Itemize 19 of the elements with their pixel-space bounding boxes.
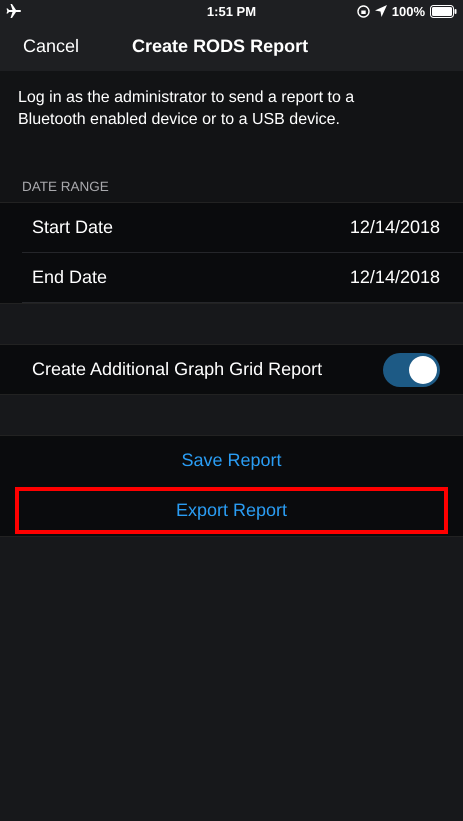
section-header: DATE RANGE	[0, 165, 463, 202]
toggle-label: Create Additional Graph Grid Report	[32, 359, 322, 380]
description-text: Log in as the administrator to send a report to a Bluetooth enabled device or to a USB device.	[0, 71, 463, 165]
location-icon	[374, 5, 387, 17]
date-value: 12/14/2018	[350, 217, 440, 238]
date-label: End Date	[32, 267, 108, 288]
cancel-button[interactable]: Cancel	[23, 36, 80, 57]
date-value: 12/14/2018	[350, 267, 440, 288]
date-label: Start Date	[32, 217, 114, 238]
battery-icon	[430, 4, 457, 18]
rotation-lock-icon	[356, 4, 370, 18]
screen-title: Create RODS Report	[132, 36, 308, 57]
status-time: 1:51 PM	[206, 4, 256, 18]
date-row[interactable]: Start Date 12/14/2018	[22, 203, 463, 253]
date-row[interactable]: End Date 12/14/2018	[22, 253, 463, 303]
battery-percent: 100%	[392, 4, 425, 18]
action-button[interactable]: Export Report	[15, 487, 448, 534]
toggle-switch[interactable]	[383, 352, 440, 386]
airplane-icon	[6, 4, 22, 18]
